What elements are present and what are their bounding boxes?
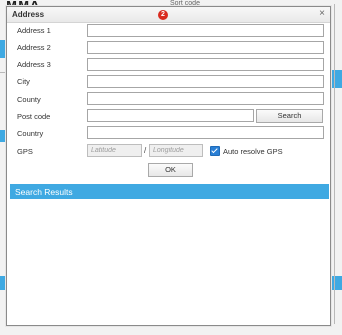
- longitude-input[interactable]: [149, 144, 203, 157]
- notification-badge: 2: [158, 10, 168, 20]
- search-results-title: Search Results: [15, 187, 73, 197]
- address3-label: Address 3: [17, 60, 51, 69]
- background-divider: [0, 72, 5, 73]
- address2-field[interactable]: [87, 41, 324, 54]
- dialog-titlebar[interactable]: Address 2 ×: [7, 7, 330, 23]
- postcode-field[interactable]: [87, 109, 254, 122]
- dialog-title: Address: [12, 10, 45, 19]
- city-label: City: [17, 77, 30, 86]
- background-accent-bar: [0, 276, 5, 290]
- country-field[interactable]: [87, 126, 324, 139]
- country-label: Country: [17, 129, 44, 138]
- address2-label: Address 2: [17, 43, 51, 52]
- address3-field[interactable]: [87, 58, 324, 71]
- gps-label: GPS: [17, 147, 33, 156]
- postcode-label: Post code: [17, 112, 51, 121]
- auto-resolve-gps-checkbox[interactable]: [210, 146, 220, 156]
- city-field[interactable]: [87, 75, 324, 88]
- ok-button[interactable]: OK: [148, 163, 193, 177]
- auto-resolve-gps-label[interactable]: Auto resolve GPS: [223, 147, 283, 156]
- background-accent-bar: [0, 40, 5, 58]
- search-button[interactable]: Search: [256, 109, 323, 123]
- latitude-input[interactable]: [87, 144, 142, 157]
- gps-separator: /: [144, 146, 147, 155]
- address1-field[interactable]: [87, 24, 324, 37]
- address-dialog: Address 2 × Address 1 Address 2 Address …: [6, 6, 331, 326]
- county-field[interactable]: [87, 92, 324, 105]
- background-divider: [334, 4, 335, 324]
- background-accent-bar: [0, 130, 5, 142]
- address1-label: Address 1: [17, 26, 51, 35]
- search-results-header: Search Results: [10, 184, 329, 199]
- search-results-list[interactable]: [10, 199, 329, 319]
- county-label: County: [17, 95, 41, 104]
- close-icon[interactable]: ×: [319, 8, 325, 19]
